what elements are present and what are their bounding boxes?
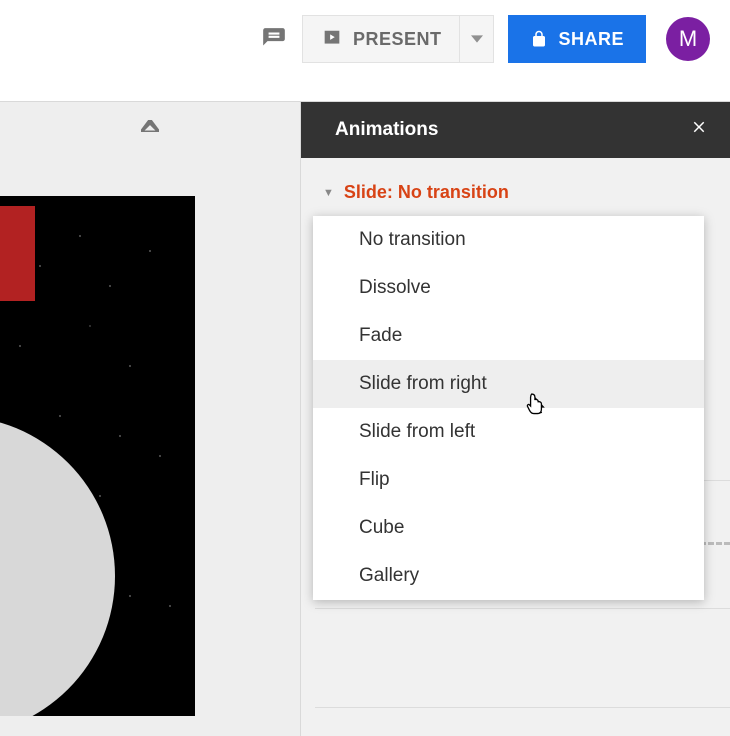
dropdown-item[interactable]: Cube [313,504,704,552]
collapse-filmstrip-button[interactable] [126,112,174,140]
divider [315,707,730,708]
slide-preview[interactable] [0,196,195,716]
red-shape [0,206,35,301]
comments-icon[interactable] [260,25,288,53]
dropdown-item[interactable]: Fade [313,312,704,360]
caret-down-icon: ▼ [323,187,334,199]
close-icon[interactable] [690,118,708,142]
present-dropdown-button[interactable] [459,16,493,62]
lock-icon [530,30,548,48]
share-button[interactable]: SHARE [508,15,646,63]
slide-transition-label: Slide: No transition [344,182,509,203]
dropdown-item[interactable]: Slide from left [313,408,704,456]
chevron-up-icon [141,120,159,132]
present-label: PRESENT [353,29,442,50]
caret-down-icon [471,33,483,45]
slide-transition-row[interactable]: ▼ Slide: No transition [301,158,730,203]
dropdown-item[interactable]: Slide from right [313,360,704,408]
share-label: SHARE [558,29,624,50]
transition-dropdown: No transitionDissolveFadeSlide from righ… [313,216,704,600]
dropdown-item[interactable]: Gallery [313,552,704,600]
animations-panel-header: Animations [301,102,730,158]
top-toolbar: PRESENT SHARE M [0,0,730,78]
divider [315,608,730,609]
user-avatar[interactable]: M [666,17,710,61]
animations-panel-title: Animations [335,119,438,141]
present-button[interactable]: PRESENT [303,16,460,62]
divider [700,542,730,545]
slide-canvas-area [0,102,301,736]
present-button-group: PRESENT [302,15,495,63]
dropdown-item[interactable]: No transition [313,216,704,264]
play-icon [321,28,343,50]
dropdown-item[interactable]: Flip [313,456,704,504]
avatar-initial: M [679,26,697,52]
dropdown-item[interactable]: Dissolve [313,264,704,312]
